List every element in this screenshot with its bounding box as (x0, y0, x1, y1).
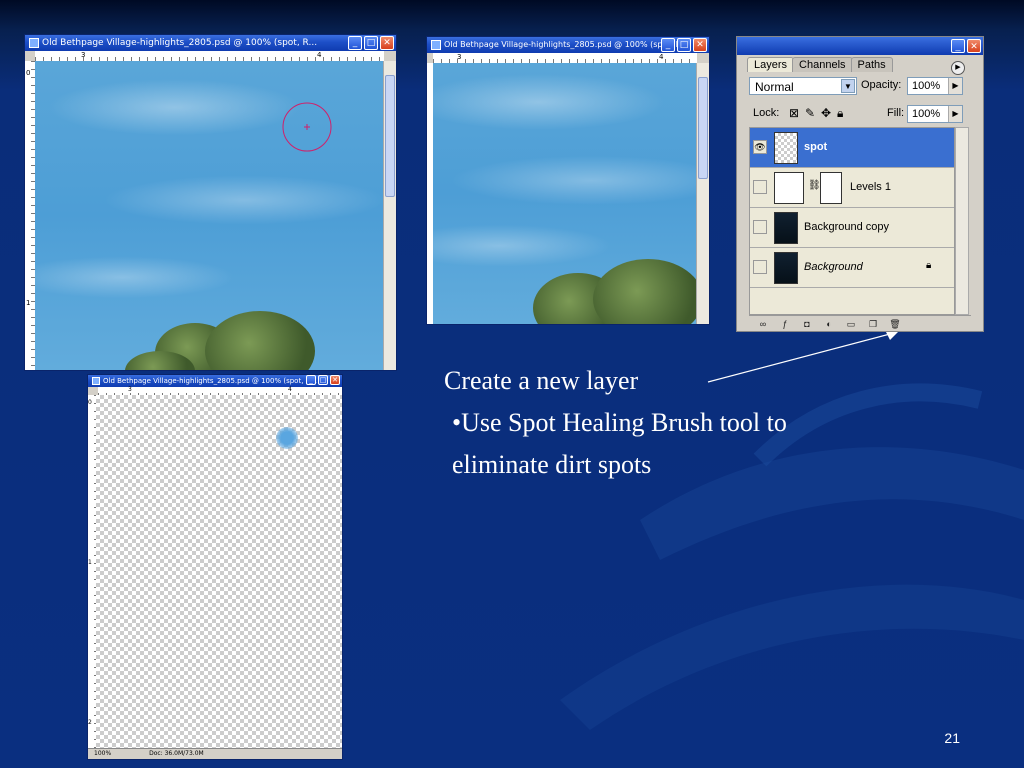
panel-menu-icon[interactable]: ▶ (951, 61, 965, 75)
visibility-toggle[interactable] (753, 260, 767, 274)
photoshop-doc-icon (92, 377, 100, 385)
photoshop-doc-icon (29, 38, 39, 48)
doc-size: Doc: 36.0M/73.0M (149, 750, 204, 757)
lock-all-icon[interactable]: 🔒︎ (837, 106, 843, 121)
minimize-button[interactable]: _ (306, 375, 316, 385)
photoshop-window-healed[interactable]: Old Bethpage Village-highlights_2805.psd… (426, 36, 710, 325)
levels-adjustment-icon (774, 172, 804, 204)
blend-mode-select[interactable]: Normal ▼ (749, 77, 857, 95)
zoom-level[interactable]: 100% (94, 750, 111, 757)
canvas-image[interactable] (433, 63, 697, 324)
ruler-label: 1 (88, 559, 92, 566)
close-button[interactable]: ✕ (693, 38, 707, 52)
close-button[interactable]: ✕ (967, 39, 981, 53)
fill-field[interactable]: 100% ▶ (907, 105, 963, 123)
close-button[interactable]: ✕ (330, 375, 340, 385)
lock-fill-row: Lock: ⊠ ✎ ✥ 🔒︎ Fill: 100% ▶ (749, 105, 975, 127)
photoshop-doc-icon (431, 40, 441, 50)
ruler-label: 3 (81, 51, 86, 59)
ruler-label: 0 (88, 399, 92, 406)
layer-row-spot[interactable]: 👁︎ spot (750, 128, 954, 168)
fill-label: Fill: (887, 107, 905, 119)
layer-name: Background copy (804, 221, 889, 233)
lock-label: Lock: (753, 107, 780, 119)
page-number: 21 (944, 730, 960, 746)
healed-spot (276, 427, 298, 449)
visibility-toggle[interactable] (753, 220, 767, 234)
panel-titlebar[interactable]: _ ✕ (737, 37, 983, 55)
layer-row-background[interactable]: Background 🔒︎ (750, 248, 954, 288)
ruler-label: 4 (659, 53, 664, 61)
lock-brush-icon[interactable]: ✎ (805, 106, 815, 120)
instruction-heading: Create a new layer (444, 366, 639, 395)
lock-icon: 🔒︎ (926, 260, 932, 271)
layer-row-background-copy[interactable]: Background copy (750, 208, 954, 248)
window-title: Old Bethpage Village-highlights_2805.psd… (42, 38, 318, 48)
blend-mode-value: Normal (755, 80, 794, 94)
layer-name: Background (804, 261, 863, 273)
vertical-scrollbar[interactable] (383, 61, 396, 370)
window-titlebar[interactable]: Old Bethpage Village-highlights_2805.psd… (25, 35, 396, 51)
window-title: Old Bethpage Village-highlights_2805.psd… (444, 40, 689, 49)
layer-name: spot (804, 141, 828, 153)
opacity-label: Opacity: (861, 79, 902, 91)
maximize-button[interactable]: □ (364, 36, 378, 50)
layer-thumbnail (774, 132, 798, 164)
layer-thumbnail (774, 252, 798, 284)
link-icon: ⛓ (808, 180, 821, 191)
status-bar: 100% Doc: 36.0M/73.0M (88, 748, 342, 759)
eye-icon[interactable]: 👁︎ (753, 140, 767, 154)
window-titlebar[interactable]: Old Bethpage Village-highlights_2805.psd… (427, 37, 709, 53)
layers-panel[interactable]: _ ✕ Layers Channels Paths ▶ Normal ▼ Opac… (736, 36, 984, 332)
blend-opacity-row: Normal ▼ Opacity: 100% ▶ (749, 77, 975, 99)
chevron-down-icon[interactable]: ▼ (841, 79, 855, 93)
scroll-thumb[interactable] (698, 77, 708, 179)
maximize-button[interactable]: □ (318, 375, 328, 385)
lock-transparency-icon[interactable]: ⊠ (789, 106, 799, 120)
opacity-field[interactable]: 100% ▶ (907, 77, 963, 95)
ruler-label: 2 (88, 719, 92, 726)
lock-move-icon[interactable]: ✥ (821, 106, 831, 120)
tree-foliage (205, 311, 315, 370)
minimize-button[interactable]: _ (348, 36, 362, 50)
window-titlebar[interactable]: Old Bethpage Village-highlights_2805.psd… (88, 375, 342, 387)
layer-mask-thumbnail (820, 172, 842, 204)
minimize-button[interactable]: _ (951, 39, 965, 53)
scroll-thumb[interactable] (385, 75, 395, 197)
ruler-label: 4 (288, 386, 292, 393)
vertical-scrollbar[interactable] (696, 63, 709, 324)
tab-paths[interactable]: Paths (850, 57, 893, 72)
chevron-right-icon[interactable]: ▶ (948, 78, 962, 94)
photoshop-window-original[interactable]: Old Bethpage Village-highlights_2805.psd… (24, 34, 397, 371)
tab-layers[interactable]: Layers (747, 57, 795, 72)
visibility-toggle[interactable] (753, 180, 767, 194)
ruler-label: 1 (26, 299, 31, 307)
layers-list: 👁︎ spot ⛓ Levels 1 Background copy Backg… (749, 127, 955, 315)
opacity-value: 100% (912, 80, 941, 92)
layer-name: Levels 1 (850, 181, 891, 193)
layers-scrollbar[interactable] (955, 127, 969, 315)
bullet-text-continued: eliminate dirt spots (452, 450, 652, 479)
photoshop-window-spot-layer[interactable]: Old Bethpage Village-highlights_2805.psd… (87, 374, 343, 760)
arrow-icon (707, 332, 898, 383)
layer-row-levels[interactable]: ⛓ Levels 1 (750, 168, 954, 208)
canvas-image[interactable] (35, 61, 384, 370)
bullet-text: •Use Spot Healing Brush tool to (452, 408, 787, 437)
fill-value: 100% (912, 108, 941, 120)
layer-thumbnail (774, 212, 798, 244)
maximize-button[interactable]: □ (677, 38, 691, 52)
chevron-right-icon[interactable]: ▶ (948, 106, 962, 122)
brush-cursor-icon (282, 102, 332, 152)
ruler-label: 4 (317, 51, 322, 59)
close-button[interactable]: ✕ (380, 36, 394, 50)
window-title: Old Bethpage Village-highlights_2805.psd… (103, 377, 317, 385)
transparent-canvas[interactable] (96, 395, 342, 749)
minimize-button[interactable]: _ (661, 38, 675, 52)
tree-foliage (593, 259, 697, 324)
ruler-label: 3 (457, 53, 462, 61)
ruler-label: 0 (26, 69, 31, 77)
tab-channels[interactable]: Channels (792, 57, 853, 72)
ruler-label: 3 (128, 386, 132, 393)
panel-tabs: Layers Channels Paths (747, 57, 893, 72)
